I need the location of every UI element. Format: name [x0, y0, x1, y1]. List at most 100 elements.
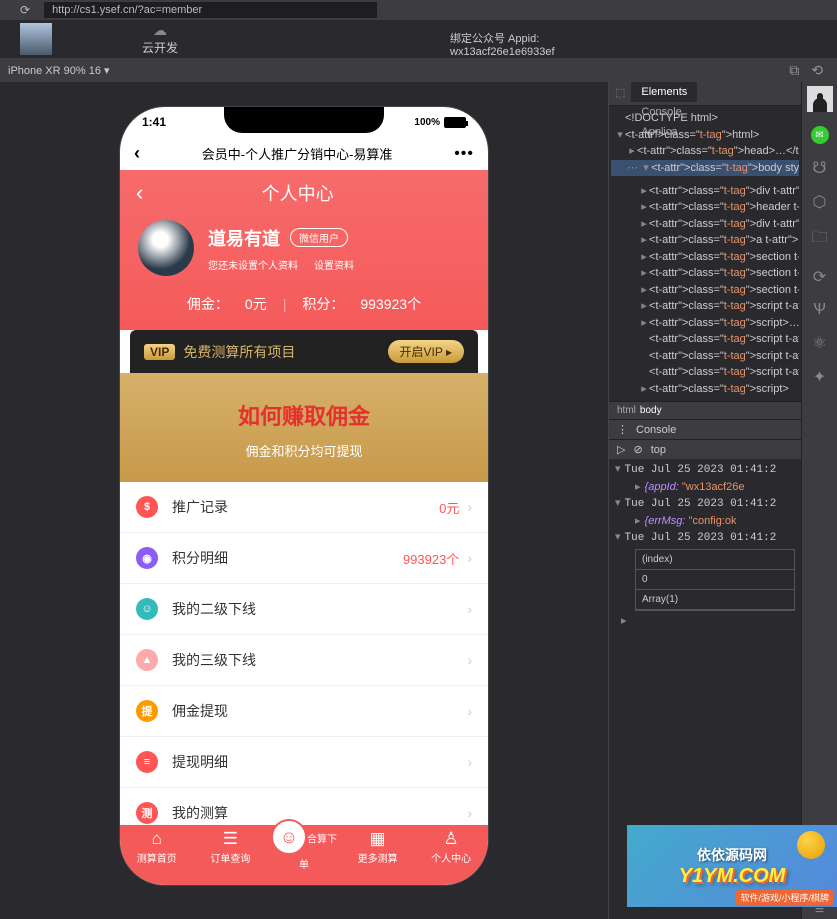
- simulator-pane: 1:41 100% ‹ 会员中-个人推广分销中心-易算准 ••• ‹ 个人中心: [0, 82, 608, 919]
- star-icon[interactable]: ✦: [813, 367, 826, 387]
- earn-banner[interactable]: 如何赚取佣金 佣金和积分均可提现: [120, 373, 488, 482]
- miniapp-nav: ‹ 会员中-个人推广分销中心-易算准 •••: [120, 137, 488, 170]
- tab-item[interactable]: ☺合算下单: [267, 819, 341, 871]
- tab-label: 个人中心: [431, 854, 471, 865]
- vip-open-button[interactable]: 开启VIP ▸: [388, 340, 464, 363]
- tab-item[interactable]: ♙ 个人中心: [414, 829, 488, 881]
- copy-icon[interactable]: ⧉: [789, 62, 799, 79]
- console-output[interactable]: ▾Tue Jul 25 2023 01:41:2▸{appId: "wx13ac…: [609, 459, 801, 631]
- earn-title: 如何赚取佣金: [120, 399, 488, 431]
- atom-icon[interactable]: ⚛: [812, 333, 826, 353]
- folder-icon[interactable]: 🗀: [811, 226, 827, 253]
- points-value: 993923个: [360, 294, 421, 314]
- reload-icon[interactable]: ⟳: [20, 3, 30, 17]
- chevron-right-icon: ›: [467, 703, 472, 719]
- tab-icon: ⌂: [120, 829, 194, 849]
- status-time: 1:41: [142, 115, 166, 129]
- watermark-en: Y1YM.COM: [679, 865, 786, 888]
- device-toolbar: iPhone XR 90% 16 ▾ ⧉ ⟲: [0, 58, 837, 82]
- inspect-icon[interactable]: ⬚: [609, 82, 631, 105]
- browser-url-bar: ⟳ http://cs1.ysef.cn/?ac=member: [0, 0, 837, 20]
- appid-binding: 绑定公众号 Appid: wx13acf26e1e6933ef: [0, 28, 837, 60]
- vip-bar[interactable]: VIP 免费测算所有项目 开启VIP ▸: [130, 330, 478, 373]
- list-item-icon: ☺: [136, 598, 158, 620]
- crumb-item[interactable]: body: [640, 405, 662, 416]
- tab-bar: ⌂测算首页☰订单查询☺合算下单▦更多测算♙个人中心: [120, 825, 488, 885]
- commission-label: 佣金：: [187, 294, 229, 314]
- profile-edit-link[interactable]: 设置资料: [314, 257, 354, 272]
- rotate-icon[interactable]: ⟲: [811, 62, 823, 79]
- list-item-icon: $: [136, 496, 158, 518]
- devtools-pane: ⬚ ElementsConsoleApplica <!DOCTYPE html>…: [608, 82, 837, 919]
- menu-list: $推广记录0元›◉积分明细993923个›☺我的二级下线›▲我的三级下线›提佣金…: [120, 482, 488, 839]
- refresh-icon[interactable]: ⟳: [813, 267, 826, 287]
- watermark-tag: 软件/游戏/小程序/棋牌: [736, 890, 833, 905]
- tab-label: 测算首页: [137, 854, 177, 865]
- activity-bar: ✉ ☋ ⬡ 🗀 ⟳ Ѱ ⚛ ✦ ♪ ▯ ≡: [801, 82, 837, 919]
- list-item[interactable]: ▲我的三级下线›: [120, 635, 488, 686]
- chevron-right-icon: ›: [467, 550, 472, 566]
- console-drawer-header: ⋮ Console: [609, 419, 801, 439]
- stat-separator: |: [283, 296, 287, 312]
- contacts-icon[interactable]: ☋: [812, 158, 826, 178]
- phone-frame: 1:41 100% ‹ 会员中-个人推广分销中心-易算准 ••• ‹ 个人中心: [119, 106, 489, 886]
- console-drawer-title: Console: [636, 424, 676, 436]
- crumb-item[interactable]: html: [617, 405, 636, 416]
- list-item-label: 提现明细: [172, 752, 459, 772]
- list-item-label: 我的二级下线: [172, 599, 459, 619]
- device-selector[interactable]: iPhone XR 90% 16 ▾: [8, 65, 110, 77]
- list-item-icon: ▲: [136, 649, 158, 671]
- battery-icon: [444, 117, 466, 128]
- app-content[interactable]: ‹ 个人中心 道易有道 微信用户 您还未设置个人资料 设置资料: [120, 170, 488, 878]
- cube-icon[interactable]: ⬡: [813, 192, 827, 212]
- chevron-right-icon: ›: [467, 499, 472, 515]
- tab-label: 更多测算: [358, 854, 398, 865]
- list-item[interactable]: $推广记录0元›: [120, 482, 488, 533]
- tab-label: 订单查询: [210, 854, 250, 865]
- chevron-right-icon: ›: [467, 601, 472, 617]
- points-label: 积分：: [302, 294, 344, 314]
- vip-badge: VIP: [144, 344, 175, 360]
- watermark-cn: 依依源码网: [697, 845, 767, 865]
- devtools-tab[interactable]: Elements: [631, 82, 697, 102]
- chat-icon[interactable]: ✉: [811, 126, 829, 144]
- battery-pct: 100%: [414, 117, 440, 128]
- user-tag: 微信用户: [290, 228, 348, 247]
- butterfly-icon[interactable]: Ѱ: [813, 301, 826, 319]
- tab-icon: ▦: [341, 829, 415, 849]
- watermark: 依依源码网 Y1YM.COM 软件/游戏/小程序/棋牌: [627, 825, 837, 907]
- list-item[interactable]: ≡提现明细›: [120, 737, 488, 788]
- list-item-value: 993923个: [403, 549, 459, 568]
- list-item-icon: 测: [136, 802, 158, 824]
- breadcrumb[interactable]: html body: [609, 401, 801, 419]
- tab-item[interactable]: ☰ 订单查询: [194, 829, 268, 881]
- tab-icon: ♙: [414, 829, 488, 849]
- dom-tree[interactable]: <!DOCTYPE html>▾<t-attr">class="t-tag">h…: [609, 106, 801, 401]
- tab-item[interactable]: ⌂ 测算首页: [120, 829, 194, 881]
- user-avatar-icon[interactable]: [807, 86, 833, 112]
- list-item-icon: 提: [136, 700, 158, 722]
- list-item[interactable]: ☺ 我的二级下线 ›: [120, 584, 488, 635]
- list-item[interactable]: ◉积分明细993923个›: [120, 533, 488, 584]
- console-block-icon[interactable]: ⊘: [633, 443, 642, 456]
- watermark-orb-icon: [797, 831, 825, 859]
- commission-value: 0元: [245, 294, 267, 314]
- notch: [224, 107, 384, 133]
- console-clear-icon[interactable]: ▷: [617, 443, 625, 456]
- tab-icon: ☰: [194, 829, 268, 849]
- drawer-dots-icon[interactable]: ⋮: [617, 423, 628, 436]
- devtools-tabs: ⬚ ElementsConsoleApplica: [609, 82, 801, 106]
- list-item-icon: ◉: [136, 547, 158, 569]
- list-item[interactable]: 提佣金提现 ›: [120, 686, 488, 737]
- user-name: 道易有道: [208, 225, 280, 251]
- capsule-menu-icon[interactable]: •••: [454, 145, 474, 163]
- vip-text: 免费测算所有项目: [183, 342, 295, 362]
- tab-item[interactable]: ▦ 更多测算: [341, 829, 415, 881]
- url-field[interactable]: http://cs1.ysef.cn/?ac=member: [44, 2, 377, 18]
- avatar[interactable]: [138, 220, 194, 276]
- console-context[interactable]: top: [651, 444, 666, 456]
- earn-subtitle: 佣金和积分均可提现: [120, 441, 488, 460]
- list-item-label: 佣金提现: [172, 701, 459, 721]
- list-item-label: 我的三级下线: [172, 650, 459, 670]
- profile-hint: 您还未设置个人资料: [208, 257, 298, 272]
